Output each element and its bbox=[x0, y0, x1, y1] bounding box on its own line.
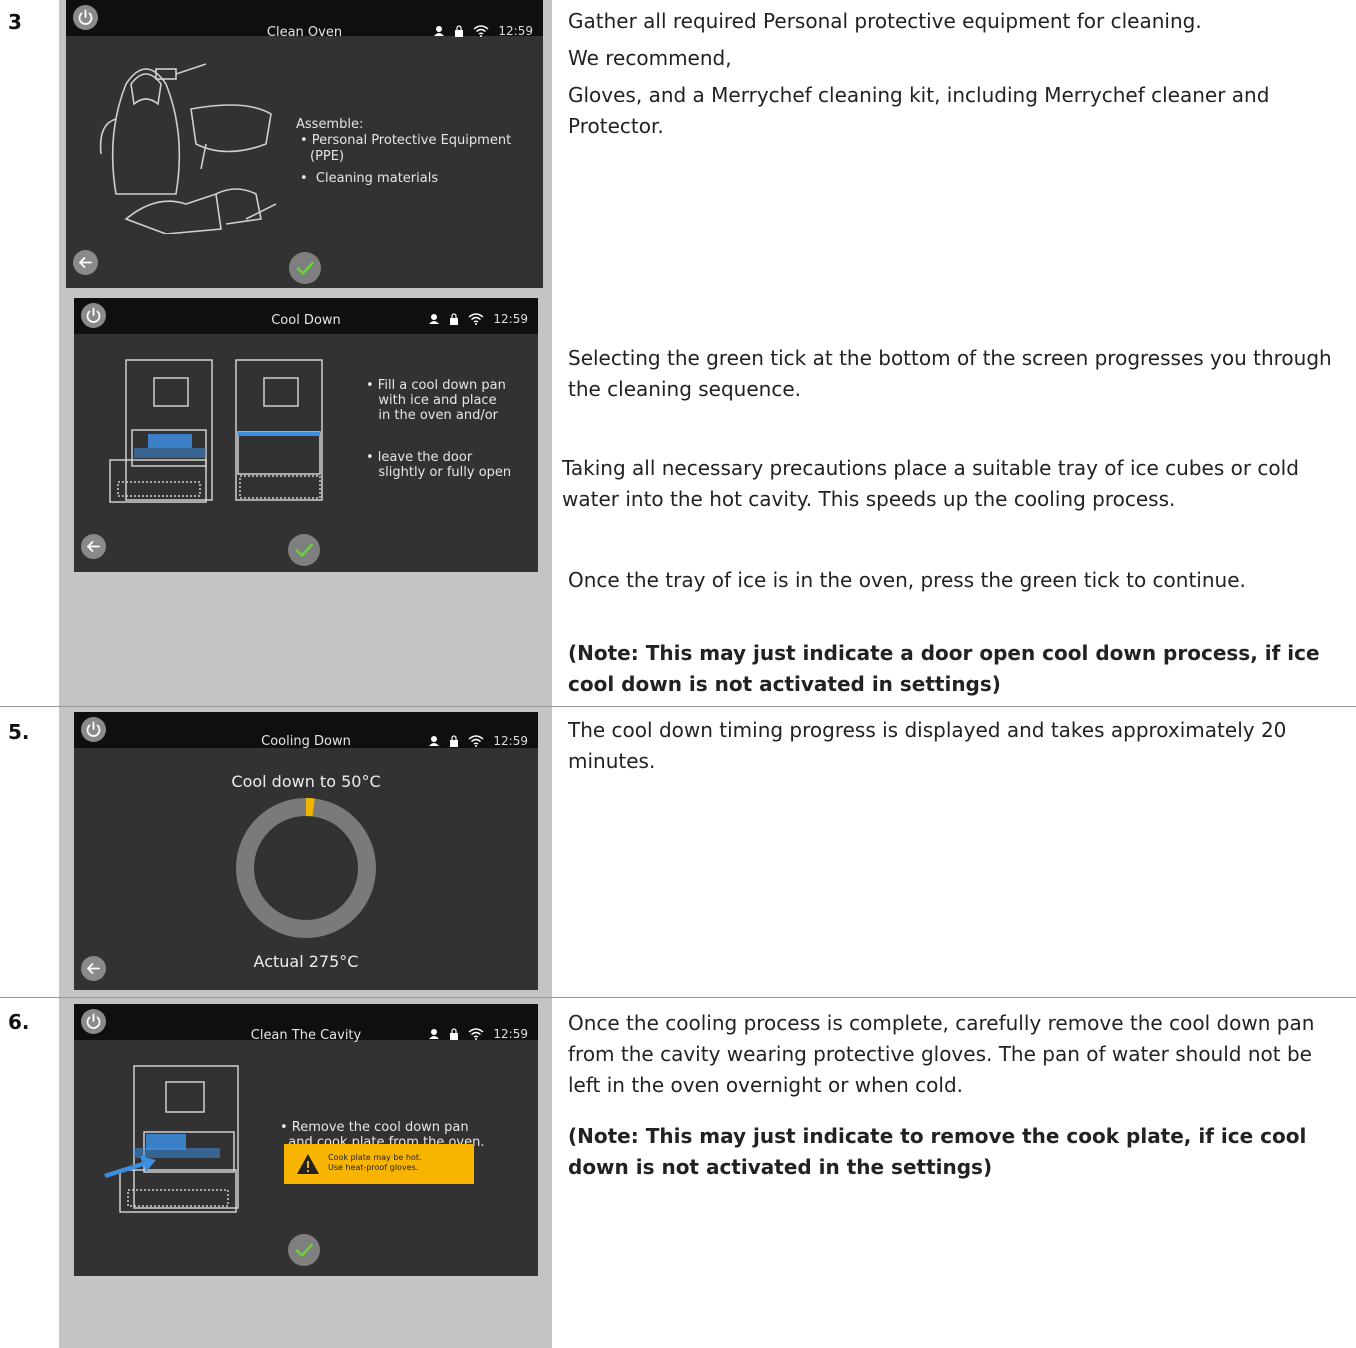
lock-icon bbox=[450, 1028, 459, 1040]
step6-note: (Note: This may just indicate to remove … bbox=[568, 1121, 1348, 1183]
step6-description: Once the cooling process is complete, ca… bbox=[568, 1008, 1348, 1101]
assemble-item: (PPE) bbox=[310, 149, 345, 164]
assemble-item: • Personal Protective Equipment bbox=[300, 133, 512, 148]
oven-remove-illustration bbox=[104, 1065, 239, 1213]
step3-description-3: Taking all necessary precautions place a… bbox=[562, 453, 1342, 515]
user-icon bbox=[429, 314, 440, 324]
step-number: 6. bbox=[8, 1010, 30, 1034]
paragraph: We recommend, bbox=[568, 46, 732, 70]
user-icon bbox=[429, 736, 440, 746]
paragraph: Gather all required Personal protective … bbox=[568, 9, 1202, 33]
note: (Note: This may just indicate to remove … bbox=[568, 1124, 1307, 1179]
row-divider bbox=[0, 706, 1356, 707]
cool-down-instruction: • leave the door slightly or fully open bbox=[366, 450, 512, 480]
wifi-icon bbox=[473, 25, 489, 37]
confirm-tick-button[interactable] bbox=[288, 534, 320, 566]
cool-down-screen: Cool Down 12:59 • Fill a cool down pan w… bbox=[74, 298, 538, 572]
status-time: 12:59 bbox=[493, 734, 528, 748]
status-icons: 12:59 bbox=[428, 312, 528, 326]
paragraph: Gloves, and a Merrychef cleaning kit, in… bbox=[568, 83, 1270, 138]
paragraph: The cool down timing progress is display… bbox=[568, 718, 1287, 773]
assemble-heading: Assemble: bbox=[296, 117, 364, 132]
paragraph: Once the tray of ice is in the oven, pre… bbox=[568, 568, 1246, 592]
back-button[interactable] bbox=[73, 250, 98, 275]
status-icons: 12:59 bbox=[428, 734, 528, 748]
oven-illustration bbox=[109, 359, 323, 503]
warning-text: Use heat-proof gloves. bbox=[328, 1163, 419, 1172]
wifi-icon bbox=[468, 735, 484, 747]
back-arrow-icon bbox=[86, 541, 100, 552]
clean-oven-screen: Clean Oven 12:59 Assemble: • Personal Pr… bbox=[66, 0, 543, 288]
cool-down-target: Cool down to 50°C bbox=[231, 772, 381, 791]
status-time: 12:59 bbox=[493, 312, 528, 326]
progress-track bbox=[236, 798, 376, 938]
assemble-item: • Cleaning materials bbox=[300, 171, 439, 186]
user-icon bbox=[434, 26, 445, 36]
step-number: 5. bbox=[8, 720, 30, 744]
screen-top-bar: Cooling Down 12:59 bbox=[74, 712, 538, 749]
step3-description-1: Gather all required Personal protective … bbox=[568, 6, 1348, 142]
row-divider bbox=[0, 997, 1356, 998]
back-arrow-icon bbox=[78, 257, 92, 268]
status-time: 12:59 bbox=[493, 1027, 528, 1041]
back-arrow-icon bbox=[86, 963, 100, 974]
check-icon bbox=[295, 1243, 313, 1257]
paragraph: Selecting the green tick at the bottom o… bbox=[568, 346, 1332, 401]
status-icons: 12:59 bbox=[428, 1027, 528, 1041]
confirm-tick-button[interactable] bbox=[289, 252, 321, 284]
status-icons: 12:59 bbox=[433, 24, 533, 38]
step-number: 3 bbox=[8, 10, 22, 34]
step3-note: (Note: This may just indicate a door ope… bbox=[568, 638, 1348, 700]
clean-cavity-screen: Clean The Cavity 12:59 • Remove the cool… bbox=[74, 1004, 538, 1276]
status-time: 12:59 bbox=[498, 24, 533, 38]
confirm-tick-button[interactable] bbox=[288, 1234, 320, 1266]
actual-temperature: Actual 275°C bbox=[253, 952, 359, 971]
check-icon bbox=[295, 543, 313, 557]
ppe-illustration bbox=[99, 63, 276, 234]
warning-icon bbox=[297, 1154, 319, 1174]
back-button[interactable] bbox=[81, 534, 106, 559]
progress-ring bbox=[236, 798, 376, 938]
check-icon bbox=[296, 261, 314, 275]
cooling-down-screen: Cooling Down 12:59 Cool down to 50°C Act… bbox=[74, 712, 538, 990]
wifi-icon bbox=[468, 313, 484, 325]
cool-down-instruction: • Fill a cool down pan with ice and plac… bbox=[366, 378, 506, 423]
step3-description-4: Once the tray of ice is in the oven, pre… bbox=[568, 565, 1348, 596]
lock-icon bbox=[450, 735, 459, 747]
lock-icon bbox=[455, 25, 464, 37]
screen-top-bar: Clean The Cavity 12:59 bbox=[74, 1004, 538, 1043]
wifi-icon bbox=[468, 1028, 484, 1040]
warning-text: Cook plate may be hot. bbox=[328, 1153, 422, 1162]
user-icon bbox=[429, 1029, 440, 1039]
note: (Note: This may just indicate a door ope… bbox=[568, 641, 1320, 696]
screen-top-bar: Clean Oven 12:59 bbox=[66, 0, 543, 40]
step5-description: The cool down timing progress is display… bbox=[568, 715, 1348, 777]
step3-description-2: Selecting the green tick at the bottom o… bbox=[568, 343, 1348, 405]
paragraph: Taking all necessary precautions place a… bbox=[562, 456, 1299, 511]
paragraph: Once the cooling process is complete, ca… bbox=[568, 1011, 1315, 1097]
lock-icon bbox=[450, 313, 459, 325]
warning-box: Cook plate may be hot. Use heat-proof gl… bbox=[284, 1144, 474, 1184]
screen-top-bar: Cool Down 12:59 bbox=[74, 298, 538, 334]
back-button[interactable] bbox=[81, 956, 106, 981]
